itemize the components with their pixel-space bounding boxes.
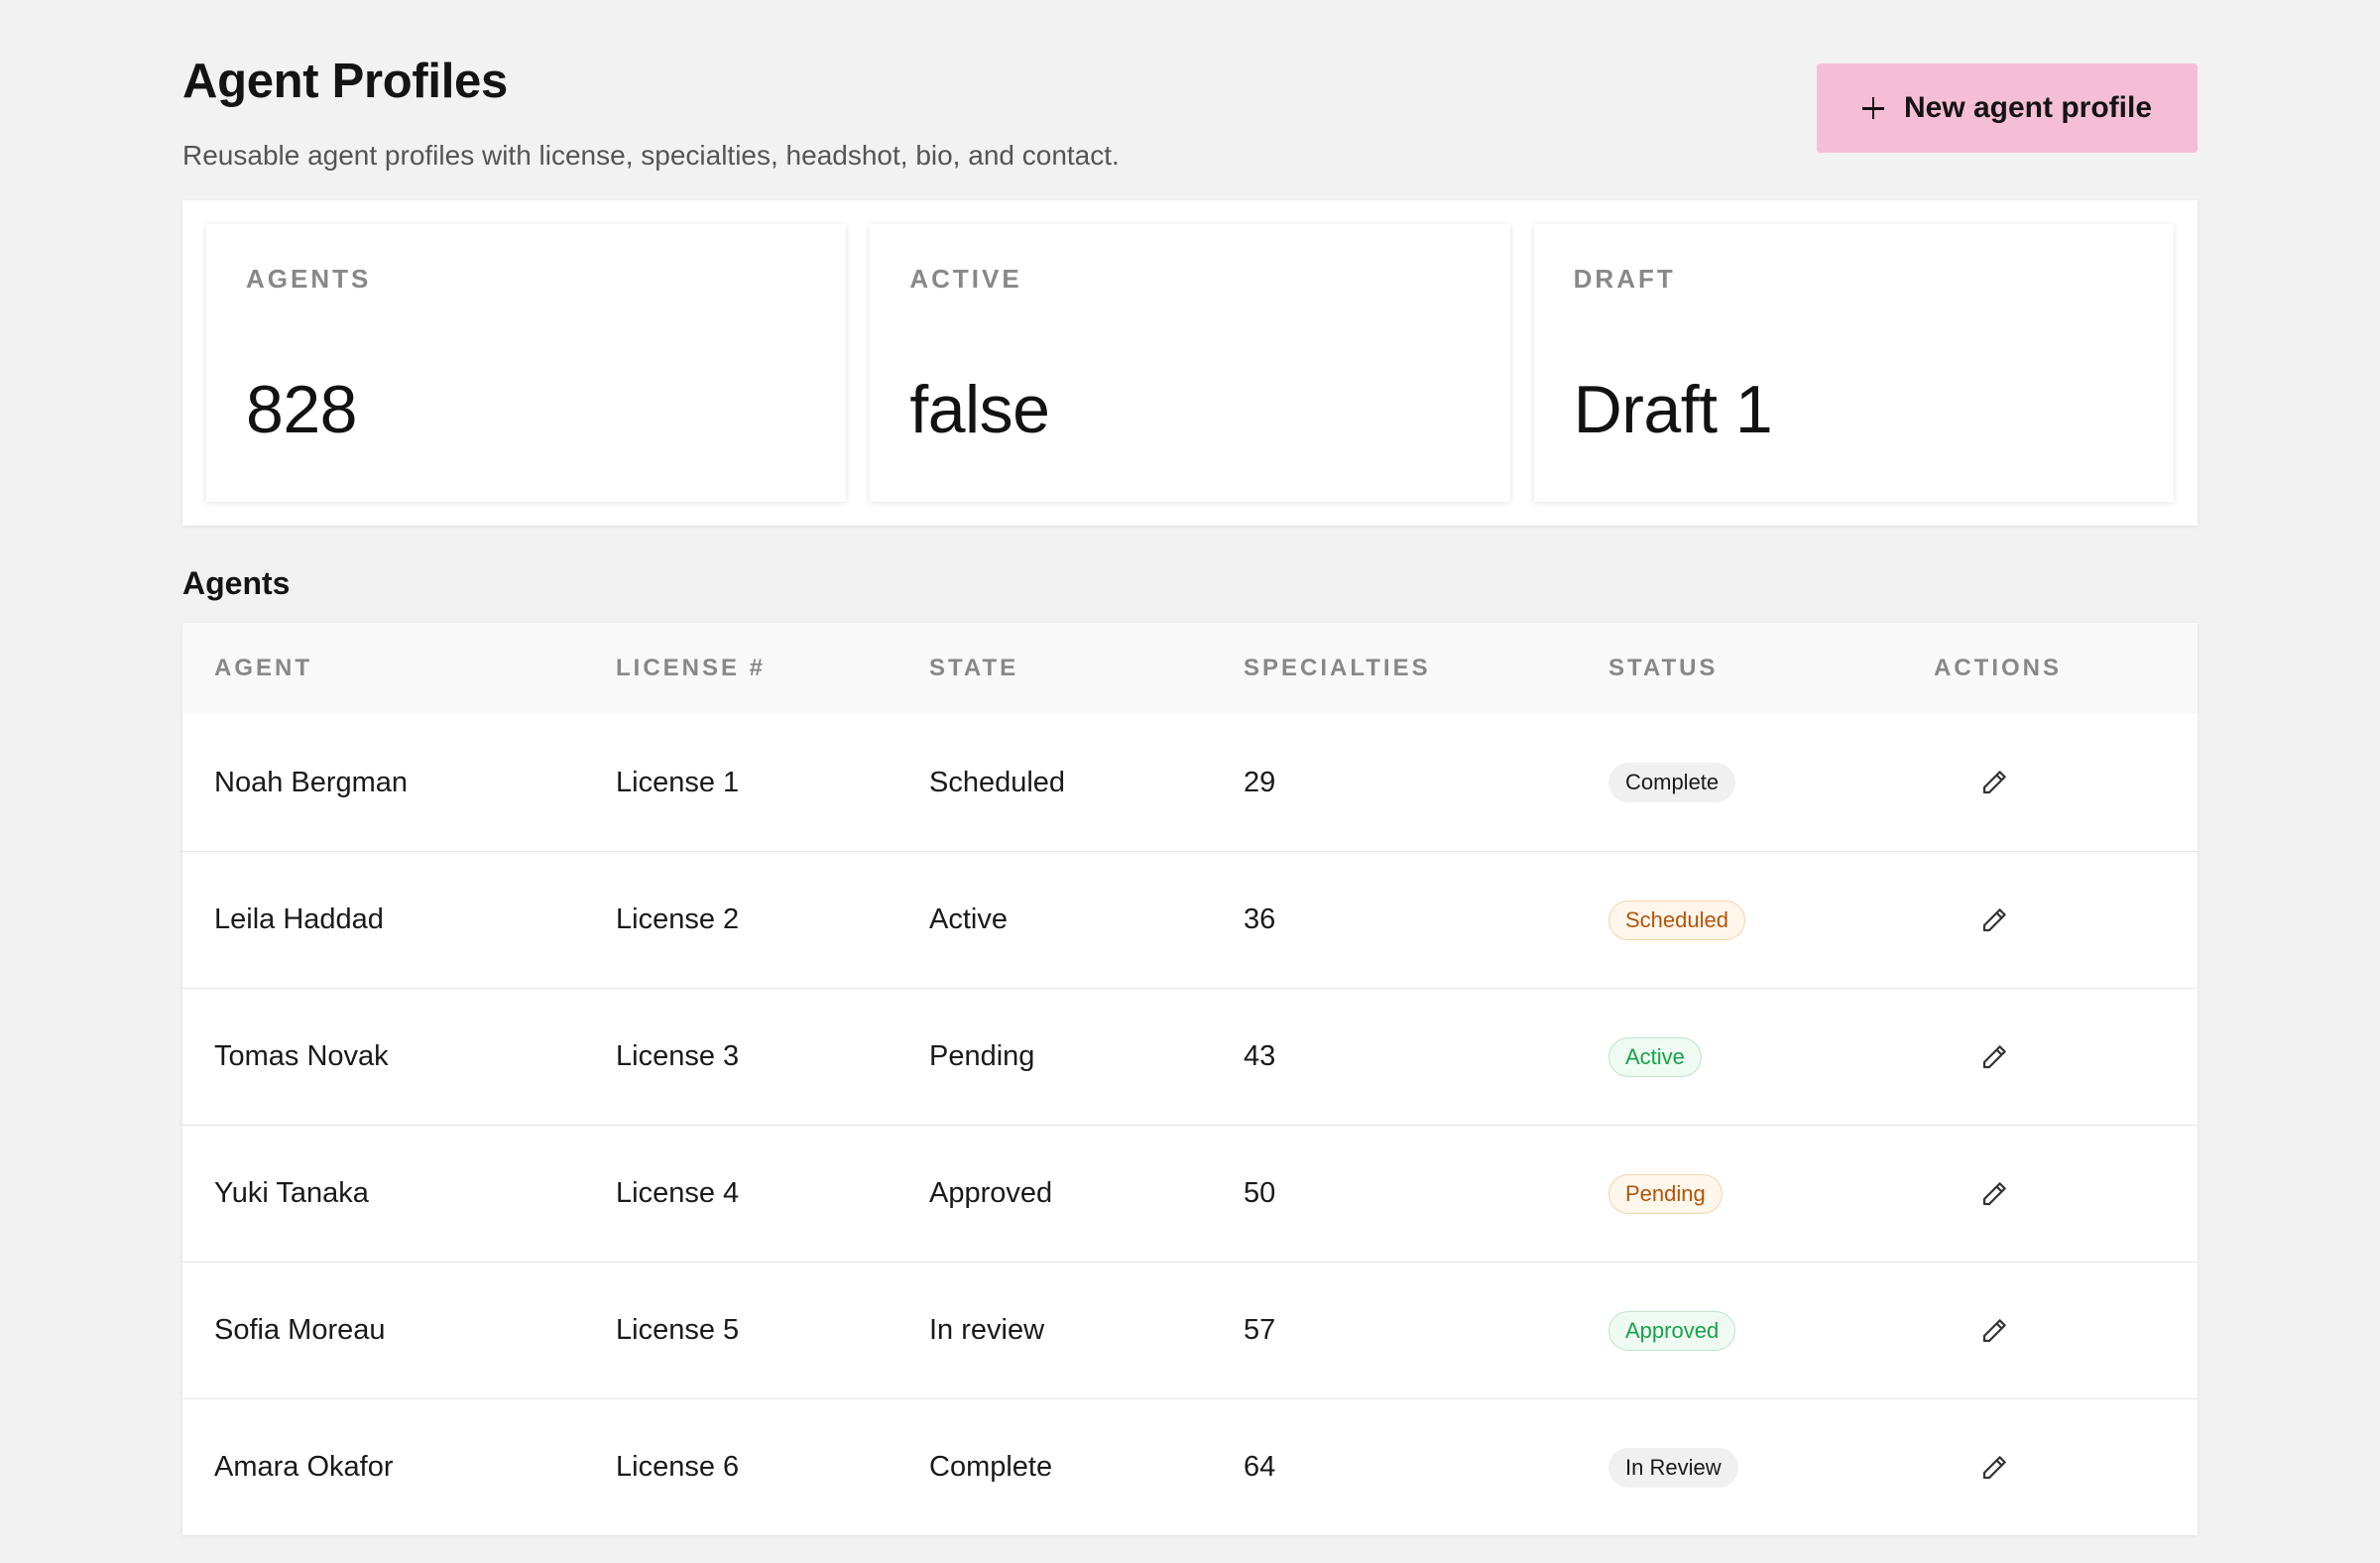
specialties-count: 36: [1244, 903, 1276, 935]
license-number: License 5: [616, 1314, 740, 1346]
agent-state: Complete: [929, 1451, 1053, 1483]
stat-label: DRAFT: [1573, 264, 1676, 294]
agent-name[interactable]: Amara Okafor: [214, 1451, 394, 1484]
specialties-count: 57: [1244, 1314, 1276, 1346]
table-row[interactable]: Yuki Tanaka License 4 Approved 50 Pending: [182, 1125, 2198, 1262]
status-cell: Complete: [1608, 763, 1736, 802]
stats-panel: AGENTS 828 ACTIVE false DRAFT Draft 1: [182, 200, 2198, 526]
table-row[interactable]: Amara Okafor License 6 Complete 64 In Review: [182, 1398, 2198, 1535]
column-header-actions: ACTIONS: [1934, 655, 2062, 681]
table-row[interactable]: Noah Bergman License 1 Scheduled 29 Complete: [182, 714, 2198, 851]
agent-state: Approved: [929, 1177, 1053, 1209]
specialties-count: 43: [1244, 1040, 1276, 1072]
specialties-count: 50: [1244, 1177, 1276, 1209]
status-badge: Pending: [1608, 1173, 1723, 1214]
column-header-state[interactable]: STATE: [929, 655, 1018, 682]
table-body: Noah Bergman License 1 Scheduled 29 Complete…: [182, 714, 2198, 1535]
edit-pencil-icon[interactable]: [1979, 905, 2009, 935]
license-number: License 2: [616, 903, 740, 935]
agent-state: Scheduled: [929, 766, 1066, 798]
plus-icon: [1861, 97, 1884, 119]
stat-value: false: [909, 372, 1050, 447]
status-badge: Active: [1608, 1036, 1702, 1077]
license-number: License 6: [616, 1451, 740, 1483]
table-header: AGENT LICENSE # STATE SPECIALTIES STATUS…: [182, 623, 2198, 714]
stat-label: ACTIVE: [909, 264, 1022, 294]
agent-state: Active: [929, 903, 1008, 935]
stat-label: AGENTS: [246, 264, 372, 294]
table-row[interactable]: Leila Haddad License 2 Active 36 Scheduled: [182, 851, 2198, 988]
status-badge: Complete: [1608, 763, 1736, 802]
column-header-specialties[interactable]: SPECIALTIES: [1244, 655, 1431, 682]
license-number: License 3: [616, 1040, 740, 1072]
agent-name[interactable]: Sofia Moreau: [214, 1314, 386, 1347]
status-cell: Approved: [1608, 1310, 1736, 1351]
column-header-status[interactable]: STATUS: [1608, 655, 1718, 682]
license-number: License 4: [616, 1177, 740, 1209]
stat-value: Draft 1: [1573, 372, 1773, 447]
edit-pencil-icon[interactable]: [1979, 768, 2009, 797]
agent-name[interactable]: Yuki Tanaka: [214, 1177, 369, 1210]
specialties-count: 29: [1244, 766, 1276, 798]
column-header-agent[interactable]: AGENT: [214, 655, 312, 682]
edit-pencil-icon[interactable]: [1979, 1316, 2009, 1346]
status-cell: In Review: [1608, 1447, 1738, 1488]
license-number: License 1: [616, 766, 740, 798]
table-row[interactable]: Sofia Moreau License 5 In review 57 Approved: [182, 1262, 2198, 1398]
stat-card-agents: AGENTS 828: [206, 224, 847, 502]
edit-pencil-icon[interactable]: [1979, 1179, 2009, 1209]
stat-card-draft: DRAFT Draft 1: [1533, 224, 2174, 502]
new-agent-profile-label: New agent profile: [1903, 91, 2153, 124]
table-row[interactable]: Tomas Novak License 3 Pending 43 Active: [182, 988, 2198, 1125]
stat-card-active: ACTIVE false: [870, 224, 1510, 502]
status-badge: In Review: [1608, 1447, 1738, 1488]
agent-state: Pending: [929, 1040, 1035, 1072]
status-cell: Pending: [1608, 1173, 1723, 1214]
status-cell: Scheduled: [1608, 900, 1745, 940]
edit-pencil-icon[interactable]: [1979, 1453, 2009, 1483]
page-header: Agent Profiles Reusable agent profiles w…: [182, 52, 2198, 200]
agent-name[interactable]: Leila Haddad: [214, 903, 384, 936]
agents-table: AGENT LICENSE # STATE SPECIALTIES STATUS…: [182, 623, 2198, 1535]
agent-name[interactable]: Tomas Novak: [214, 1040, 389, 1073]
section-title-agents: Agents: [182, 565, 291, 601]
column-header-license[interactable]: LICENSE #: [616, 655, 766, 682]
agent-state: In review: [929, 1314, 1045, 1346]
specialties-count: 64: [1244, 1451, 1276, 1483]
edit-pencil-icon[interactable]: [1979, 1042, 2009, 1072]
stat-value: 828: [246, 372, 357, 447]
new-agent-profile-button[interactable]: New agent profile: [1817, 63, 2198, 153]
agent-profiles-page: Agent Profiles Reusable agent profiles w…: [182, 52, 2198, 1535]
status-cell: Active: [1608, 1036, 1702, 1077]
status-badge: Scheduled: [1608, 900, 1745, 940]
status-badge: Approved: [1608, 1310, 1736, 1351]
agent-name[interactable]: Noah Bergman: [214, 767, 408, 799]
